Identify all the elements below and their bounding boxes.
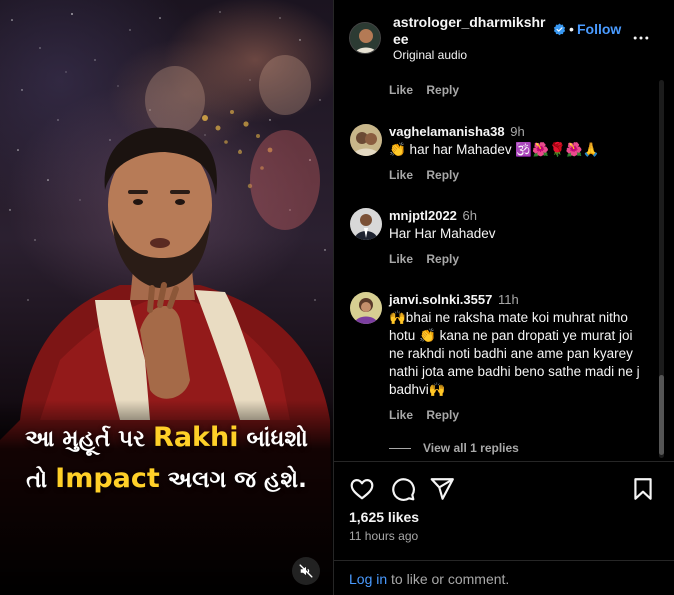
bookmark-icon[interactable] xyxy=(630,476,656,502)
likes-count[interactable]: 1,625 likes xyxy=(349,509,419,525)
like-comment-button[interactable]: Like xyxy=(389,168,413,182)
separator-dot: • xyxy=(569,21,574,37)
reply-button[interactable]: Reply xyxy=(426,168,459,182)
commenter-avatar-image xyxy=(350,208,382,240)
commenter-name[interactable]: mnjptl2022 xyxy=(389,208,457,223)
mute-button[interactable] xyxy=(292,557,320,585)
login-link[interactable]: Log in xyxy=(349,571,387,587)
reply-button[interactable]: Reply xyxy=(426,83,459,97)
author-username[interactable]: astrologer_dharmikshree xyxy=(393,14,553,48)
commenter-avatar[interactable] xyxy=(350,208,382,240)
like-comment-button[interactable]: Like xyxy=(389,83,413,97)
comment-text: 👏 har har Mahadev 🕉️🌺🌹🌺🙏 xyxy=(389,142,600,157)
caption-text: અલગ જ હશે. xyxy=(159,467,307,493)
comment-text: 🙌bhai ne raksha mate koi muhrat nitho ho… xyxy=(389,310,640,397)
commenter-username[interactable]: vaghelamanisha38 9h xyxy=(389,124,525,139)
like-comment-button[interactable]: Like xyxy=(389,408,413,422)
caption-text: બાંધશો xyxy=(238,426,308,452)
comment-time: 6h xyxy=(462,208,478,223)
author-avatar[interactable] xyxy=(349,22,381,54)
scrollbar-thumb[interactable] xyxy=(659,375,664,455)
comments-list: Like Reply vaghelamanisha38 9h 👏 har har… xyxy=(334,75,674,460)
caption-text: આ મુહૂર્ત પર xyxy=(25,426,154,452)
commenter-avatar[interactable] xyxy=(350,292,382,324)
commenter-name[interactable]: janvi.solnki.3557 xyxy=(389,292,492,307)
heart-icon[interactable] xyxy=(349,476,375,502)
comment-time: 9h xyxy=(510,124,525,139)
commenter-avatar-image xyxy=(350,124,382,156)
login-rest-text: to like or comment. xyxy=(387,571,510,587)
reply-divider xyxy=(389,448,411,450)
caption-line-1: આ મુહૂર્ત પર Rakhi બાંધશો xyxy=(0,418,333,459)
post-actions xyxy=(334,461,674,511)
more-options-icon[interactable] xyxy=(631,28,651,48)
view-replies-label: View all 1 replies xyxy=(423,441,519,455)
comment-text: Har Har Mahadev xyxy=(389,226,496,241)
caption-line-2: તો Impact અલગ જ હશે. xyxy=(0,459,333,500)
commenter-avatar-image xyxy=(350,292,382,324)
comment-actions: Like Reply xyxy=(389,408,469,422)
share-icon[interactable] xyxy=(429,476,455,502)
audio-label[interactable]: Original audio xyxy=(393,48,467,62)
author-avatar-image xyxy=(350,23,380,53)
presenter-image xyxy=(0,127,333,595)
comment-actions: Like Reply xyxy=(389,83,469,97)
comment-time: 11h xyxy=(497,292,519,307)
verified-badge-icon xyxy=(553,23,566,36)
login-text: Log in to like or comment. xyxy=(349,571,509,587)
video-caption: આ મુહૂર્ત પર Rakhi બાંધશો તો Impact અલગ … xyxy=(0,418,333,500)
caption-text: તો xyxy=(26,467,56,493)
post-panel: astrologer_dharmikshree • Follow Origina… xyxy=(333,0,674,595)
commenter-avatar[interactable] xyxy=(350,124,382,156)
post-header: astrologer_dharmikshree • Follow Origina… xyxy=(334,0,674,75)
follow-button[interactable]: Follow xyxy=(577,21,621,37)
reel-media[interactable]: આ મુહૂર્ત પર Rakhi બાંધશો તો Impact અલગ … xyxy=(0,0,333,595)
comment-icon[interactable] xyxy=(390,476,416,502)
post-time: 11 hours ago xyxy=(349,529,419,543)
like-comment-button[interactable]: Like xyxy=(389,252,413,266)
reply-button[interactable]: Reply xyxy=(426,252,459,266)
view-replies-button[interactable]: View all 1 replies xyxy=(389,441,519,455)
comment-actions: Like Reply xyxy=(389,168,469,182)
comment-actions: Like Reply xyxy=(389,252,469,266)
caption-highlight: Rakhi xyxy=(153,422,239,453)
commenter-name[interactable]: vaghelamanisha38 xyxy=(389,124,505,139)
commenter-username[interactable]: janvi.solnki.3557 11h xyxy=(389,292,519,307)
speaker-muted-icon xyxy=(299,564,313,578)
login-prompt: Log in to like or comment. xyxy=(334,560,674,595)
caption-highlight: Impact xyxy=(55,463,160,494)
commenter-username[interactable]: mnjptl2022 6h xyxy=(389,208,477,223)
reply-button[interactable]: Reply xyxy=(426,408,459,422)
